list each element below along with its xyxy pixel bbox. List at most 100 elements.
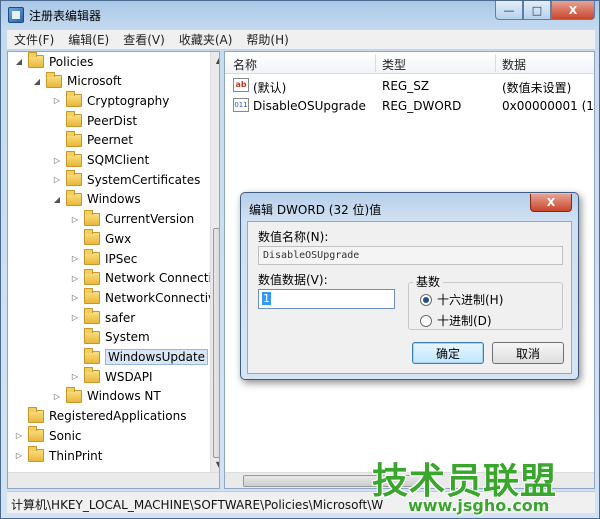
- expand-arrow-icon[interactable]: ◢: [14, 57, 24, 66]
- tree-item-label: RegisteredApplications: [49, 409, 187, 424]
- tree-item[interactable]: ▷ Sonic: [14, 426, 82, 445]
- expand-arrow-icon[interactable]: ▷: [52, 175, 62, 184]
- base-label: 基数: [413, 273, 444, 290]
- expand-arrow-icon[interactable]: ▷: [70, 215, 80, 224]
- window-title: 注册表编辑器: [29, 9, 102, 23]
- column-data-header[interactable]: 数据: [502, 56, 526, 73]
- tree-item[interactable]: ▷ ThinPrint: [14, 446, 102, 465]
- tree-item[interactable]: Peernet: [52, 130, 133, 150]
- tree-item[interactable]: ▷ Network Connecti: [70, 268, 212, 288]
- dialog-body: 数值名称(N): DisableOSUpgrade 数值数据(V): 1 基数 …: [247, 221, 572, 374]
- window-controls: — □ X: [495, 1, 595, 20]
- expand-arrow-icon[interactable]: ▷: [70, 372, 80, 381]
- radio-decimal[interactable]: 十进制(D): [420, 312, 492, 329]
- tree-item-label: Gwx: [105, 231, 132, 246]
- expand-arrow-icon[interactable]: ▷: [52, 392, 62, 401]
- tree-item[interactable]: System: [70, 327, 150, 347]
- column-type-header[interactable]: 类型: [382, 56, 406, 73]
- folder-icon: [66, 150, 82, 167]
- tree-horizontal-scrollbar[interactable]: [8, 472, 219, 488]
- ok-button[interactable]: 确定: [412, 342, 484, 364]
- radio-unchecked-icon: [420, 314, 432, 327]
- tree-item[interactable]: ▷ SQMClient: [52, 150, 149, 170]
- radio-hexadecimal[interactable]: 十六进制(H): [420, 291, 503, 308]
- tree-item-label: Policies: [49, 54, 94, 69]
- expand-arrow-icon[interactable]: ▷: [70, 293, 80, 302]
- list-row-disableosupgrade[interactable]: 011 DisableOSUpgrade REG_DWORD 0x0000000…: [225, 96, 594, 116]
- expand-arrow-icon[interactable]: ◢: [32, 77, 42, 86]
- tree-item[interactable]: ▷ IPSec: [70, 249, 137, 268]
- tree-item-label: Peernet: [87, 133, 133, 148]
- menu-edit[interactable]: 编辑(E): [61, 31, 116, 48]
- tree-item[interactable]: Gwx: [70, 229, 131, 248]
- folder-icon: [66, 130, 82, 147]
- folder-icon: [84, 367, 100, 384]
- folder-icon: [28, 426, 44, 443]
- menu-file[interactable]: 文件(F): [7, 31, 61, 48]
- watermark-logo: 技术员联盟 www.jsgho.com: [372, 452, 592, 516]
- expand-arrow-icon[interactable]: ▷: [52, 96, 62, 105]
- scroll-up-icon[interactable]: ▲: [211, 52, 219, 68]
- folder-icon: [84, 249, 100, 265]
- expand-arrow-icon[interactable]: ▷: [14, 431, 24, 440]
- tree-item-label: System: [105, 330, 150, 345]
- edit-dword-dialog: 编辑 DWORD (32 位)值 X 数值名称(N): DisableOSUpg…: [240, 192, 579, 380]
- tree-item-label: IPSec: [105, 251, 138, 266]
- maximize-button[interactable]: □: [523, 1, 551, 20]
- close-button[interactable]: X: [551, 1, 595, 20]
- folder-icon: [28, 406, 44, 423]
- expand-arrow-icon[interactable]: ▷: [52, 156, 62, 165]
- tree-item[interactable]: ▷ NetworkConnectiv: [70, 288, 215, 307]
- folder-icon: [66, 91, 82, 108]
- scroll-down-icon[interactable]: ▼: [211, 456, 219, 472]
- tree-item-label: safer: [105, 310, 136, 325]
- tree-item-label: Windows: [87, 192, 141, 207]
- tree-item[interactable]: ◢ Policies: [14, 52, 93, 71]
- folder-icon: [66, 189, 82, 206]
- menu-bar: 文件(F) 编辑(E) 查看(V) 收藏夹(A) 帮助(H): [7, 30, 595, 50]
- value-name: (默认): [253, 81, 287, 95]
- expand-arrow-icon[interactable]: ▷: [70, 274, 80, 283]
- folder-icon: [28, 446, 44, 462]
- cancel-button[interactable]: 取消: [492, 342, 564, 364]
- tree-item[interactable]: ▷ Cryptography: [52, 91, 169, 110]
- dialog-close-button[interactable]: X: [530, 194, 572, 212]
- tree-item[interactable]: ◢ Windows: [52, 189, 141, 209]
- folder-icon: [84, 209, 100, 226]
- tree-item[interactable]: PeerDist: [52, 111, 137, 130]
- tree-item[interactable]: WindowsUpdate: [70, 347, 209, 367]
- dialog-title: 编辑 DWORD (32 位)值: [249, 203, 382, 217]
- tree-item-label: WindowsUpdate: [105, 349, 209, 365]
- regedit-app-icon: [8, 7, 24, 23]
- minimize-button[interactable]: —: [495, 1, 523, 20]
- expand-arrow-icon[interactable]: ▷: [70, 254, 80, 263]
- tree-item-label: Windows NT: [87, 389, 161, 404]
- title-bar[interactable]: 注册表编辑器 — □ X: [1, 1, 599, 29]
- value-name: DisableOSUpgrade: [253, 99, 366, 113]
- menu-favorites[interactable]: 收藏夹(A): [172, 31, 240, 48]
- tree-scroll-thumb[interactable]: [213, 228, 219, 458]
- tree-item[interactable]: ▷ Windows NT: [52, 386, 161, 406]
- tree-vertical-scrollbar[interactable]: ▲ ▼: [210, 52, 219, 472]
- expand-arrow-icon[interactable]: ◢: [52, 195, 62, 204]
- value-type: REG_DWORD: [382, 99, 462, 113]
- menu-help[interactable]: 帮助(H): [239, 31, 295, 48]
- tree-item[interactable]: ▷ safer: [70, 308, 135, 327]
- expand-arrow-icon[interactable]: ▷: [70, 313, 80, 322]
- expand-arrow-icon[interactable]: ▷: [14, 451, 24, 460]
- folder-icon: [84, 308, 100, 325]
- watermark-url: www.jsgho.com: [408, 496, 550, 515]
- column-name-header[interactable]: 名称: [233, 56, 257, 73]
- list-row-default[interactable]: ab (默认) REG_SZ (数值未设置): [225, 76, 594, 96]
- tree-item-label: CurrentVersion: [105, 212, 195, 227]
- menu-view[interactable]: 查看(V): [116, 31, 172, 48]
- tree-item[interactable]: ◢ Microsoft: [32, 71, 122, 91]
- tree-item[interactable]: ▷ CurrentVersion: [70, 209, 195, 229]
- folder-icon: [46, 71, 62, 88]
- value-data-input[interactable]: 1: [258, 289, 395, 309]
- tree-item[interactable]: RegisteredApplications: [14, 406, 187, 426]
- folder-icon: [84, 288, 100, 305]
- tree-item[interactable]: ▷ WSDAPI: [70, 367, 153, 386]
- tree-item[interactable]: ▷ SystemCertificates: [52, 170, 200, 189]
- value-type: REG_SZ: [382, 79, 430, 93]
